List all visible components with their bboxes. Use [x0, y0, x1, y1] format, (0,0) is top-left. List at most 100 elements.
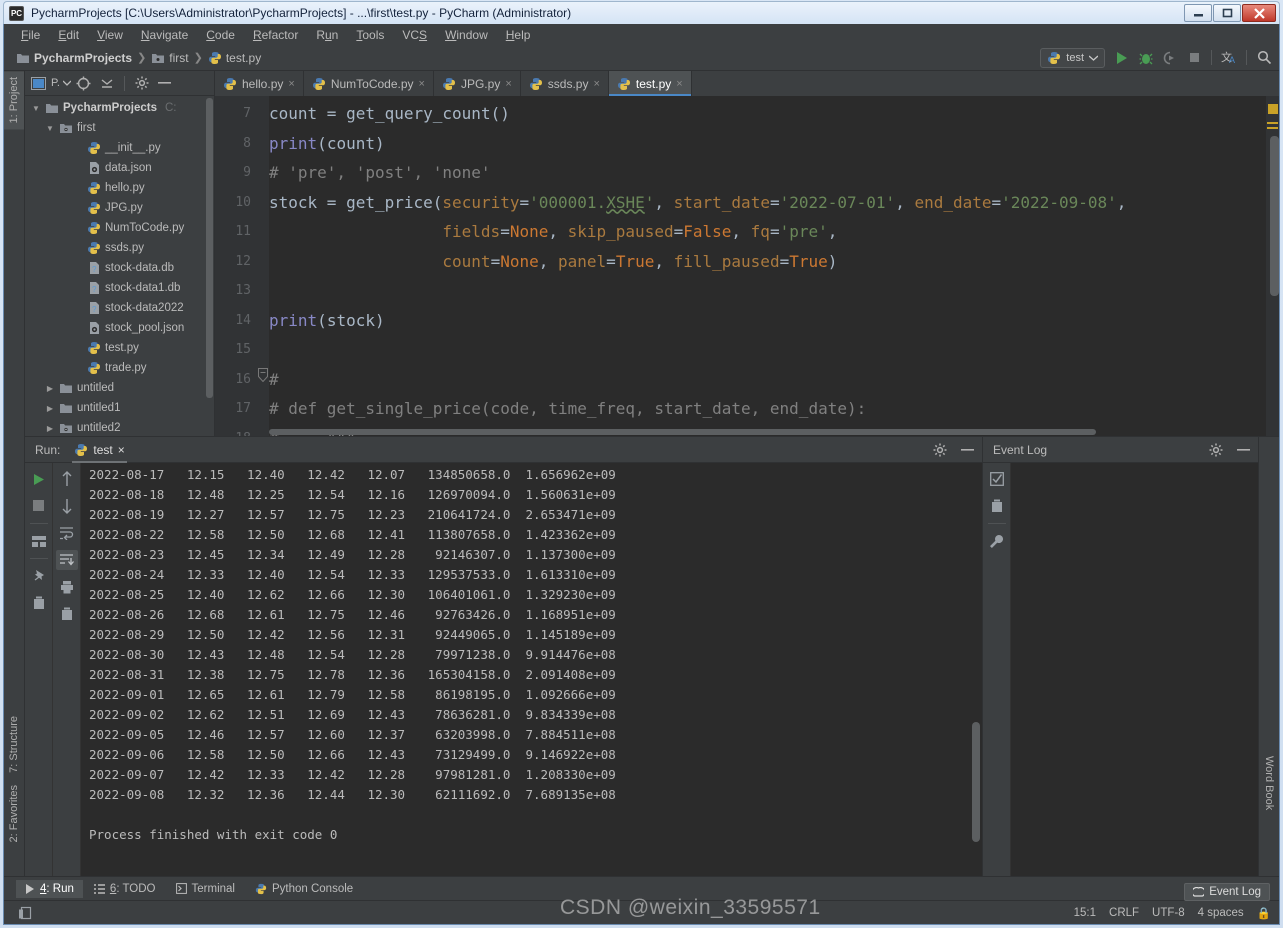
collapse-arrow-icon[interactable]: ▶ — [45, 384, 55, 393]
clear-log-button[interactable] — [986, 496, 1008, 516]
editor-horizontal-scrollbar[interactable] — [269, 428, 1253, 436]
hide-panel-button[interactable] — [155, 74, 175, 93]
event-log-settings-wrench-button[interactable] — [986, 531, 1008, 551]
bottom-tab-python-console[interactable]: Python Console — [246, 880, 362, 898]
tree-item[interactable]: ssds.py — [25, 238, 214, 258]
sidebar-item-word-book[interactable]: Word Book — [1260, 750, 1278, 816]
run-tab-test[interactable]: test × — [68, 441, 130, 463]
debug-button[interactable] — [1135, 48, 1157, 68]
sidebar-item-favorites[interactable]: 2: Favorites — [4, 779, 24, 848]
tree-item[interactable]: ▼ first — [25, 118, 214, 138]
tree-item[interactable]: __init__.py — [25, 138, 214, 158]
close-button[interactable] — [1242, 4, 1276, 22]
breadcrumb-file[interactable]: test.py — [208, 51, 261, 65]
scroll-down-button[interactable] — [56, 496, 78, 516]
bottom-tab-6-todo[interactable]: 6: TODO — [85, 880, 165, 898]
tree-item[interactable]: NumToCode.py — [25, 218, 214, 238]
breadcrumb-folder[interactable]: first — [151, 51, 189, 65]
menu-view[interactable]: View — [89, 26, 131, 44]
menu-vcs[interactable]: VCS — [394, 26, 435, 44]
code-content[interactable]: count = get_query_count() print(count) # '… — [269, 96, 1266, 436]
menu-navigate[interactable]: Navigate — [133, 26, 196, 44]
stop-process-button[interactable] — [28, 496, 50, 516]
tree-item[interactable]: data.json — [25, 158, 214, 178]
breadcrumb-project[interactable]: PycharmProjects — [16, 51, 132, 65]
tree-item[interactable]: test.py — [25, 338, 214, 358]
tree-item[interactable]: ? stock-data1.db — [25, 278, 214, 298]
console-scrollbar[interactable] — [972, 722, 980, 842]
editor-tab-NumToCode-py[interactable]: NumToCode.py × — [304, 71, 434, 96]
tree-item[interactable]: ▶ untitled1 — [25, 398, 214, 418]
menu-run[interactable]: Run — [308, 26, 346, 44]
editor-tab-ssds-py[interactable]: ssds.py × — [521, 71, 609, 96]
code-editor[interactable]: 7 8 9 10 11 12 13 14 15 16 17 18 count = get_query_… — [215, 96, 1279, 436]
translate-button[interactable]: 文A — [1218, 48, 1240, 68]
expand-arrow-icon[interactable]: ▼ — [45, 124, 55, 133]
close-icon[interactable]: × — [419, 78, 425, 90]
close-icon[interactable]: × — [118, 443, 125, 457]
bottom-tab-4-run[interactable]: 4: Run — [16, 879, 83, 898]
collapse-arrow-icon[interactable]: ▶ — [45, 424, 55, 433]
print-button[interactable] — [56, 577, 78, 597]
fold-marker-icon[interactable] — [258, 368, 268, 382]
clear-all-button[interactable] — [56, 604, 78, 624]
editor-tab-test-py[interactable]: test.py × — [608, 71, 692, 96]
toggle-toolbar-icon[interactable] — [18, 906, 32, 920]
editor-tab-hello-py[interactable]: hello.py × — [215, 71, 304, 96]
run-coverage-button[interactable] — [1159, 48, 1181, 68]
line-separator[interactable]: CRLF — [1109, 907, 1139, 919]
editor-tab-JPG-py[interactable]: JPG.py × — [434, 71, 521, 96]
stop-button[interactable] — [1183, 48, 1205, 68]
status-event-log-button[interactable]: Event Log — [1184, 883, 1270, 901]
menu-refactor[interactable]: Refactor — [245, 26, 306, 44]
run-settings-button[interactable] — [930, 440, 950, 459]
event-log-settings-button[interactable] — [1206, 440, 1226, 459]
tree-item[interactable]: ▶ untitled2 — [25, 418, 214, 436]
project-view-selector[interactable] — [28, 74, 48, 93]
tree-item[interactable]: ▶ untitled — [25, 378, 214, 398]
menu-window[interactable]: Window — [437, 26, 496, 44]
mark-read-button[interactable] — [986, 469, 1008, 489]
maximize-button[interactable] — [1213, 4, 1241, 22]
event-log-content[interactable] — [1011, 463, 1258, 876]
indent-setting[interactable]: 4 spaces — [1198, 907, 1244, 919]
tree-item[interactable]: ▼ PycharmProjects C: — [25, 98, 214, 118]
caret-position[interactable]: 15:1 — [1074, 907, 1096, 919]
tree-item[interactable]: hello.py — [25, 178, 214, 198]
bottom-tab-terminal[interactable]: Terminal — [167, 880, 244, 898]
sidebar-item-structure[interactable]: 7: Structure — [4, 710, 24, 779]
menu-help[interactable]: Help — [498, 26, 539, 44]
run-button[interactable] — [1111, 48, 1133, 68]
tree-item[interactable]: ? stock-data2022 — [25, 298, 214, 318]
locate-file-button[interactable] — [74, 74, 94, 93]
restore-layout-button[interactable] — [28, 531, 50, 551]
scroll-up-button[interactable] — [56, 469, 78, 489]
warning-stripe[interactable] — [1267, 122, 1278, 124]
error-stripe-gutter[interactable] — [1266, 96, 1279, 436]
collapse-all-button[interactable] — [97, 74, 117, 93]
menu-file[interactable]: FFileile — [13, 26, 48, 44]
console-output[interactable]: 2022-08-17 12.15 12.40 12.42 12.07 13485… — [81, 463, 982, 876]
chevron-down-icon[interactable] — [62, 80, 71, 86]
rerun-button[interactable] — [28, 469, 50, 489]
tree-item[interactable]: trade.py — [25, 358, 214, 378]
sidebar-item-project[interactable]: 1: Project — [4, 71, 24, 130]
event-log-hide-button[interactable] — [1234, 440, 1254, 459]
run-hide-button[interactable] — [958, 440, 978, 459]
menu-edit[interactable]: Edit — [50, 26, 87, 44]
close-icon[interactable]: × — [288, 78, 294, 90]
project-settings-button[interactable] — [132, 74, 152, 93]
search-button[interactable] — [1253, 48, 1275, 68]
soft-wrap-button[interactable] — [56, 523, 78, 543]
close-icon[interactable]: × — [593, 78, 599, 90]
project-tree-scrollbar[interactable] — [206, 98, 213, 398]
editor-vertical-scrollbar[interactable] — [1270, 136, 1279, 296]
warning-stripe[interactable] — [1267, 127, 1278, 129]
tree-item[interactable]: ? stock-data.db — [25, 258, 214, 278]
close-icon[interactable]: × — [676, 78, 682, 90]
minimize-button[interactable] — [1184, 4, 1212, 22]
fold-gutter[interactable] — [257, 96, 269, 436]
project-tree[interactable]: ▼ PycharmProjects C: ▼ first __init__.py data.… — [25, 96, 214, 436]
run-configuration-selector[interactable]: test — [1040, 47, 1105, 68]
tree-item[interactable]: JPG.py — [25, 198, 214, 218]
